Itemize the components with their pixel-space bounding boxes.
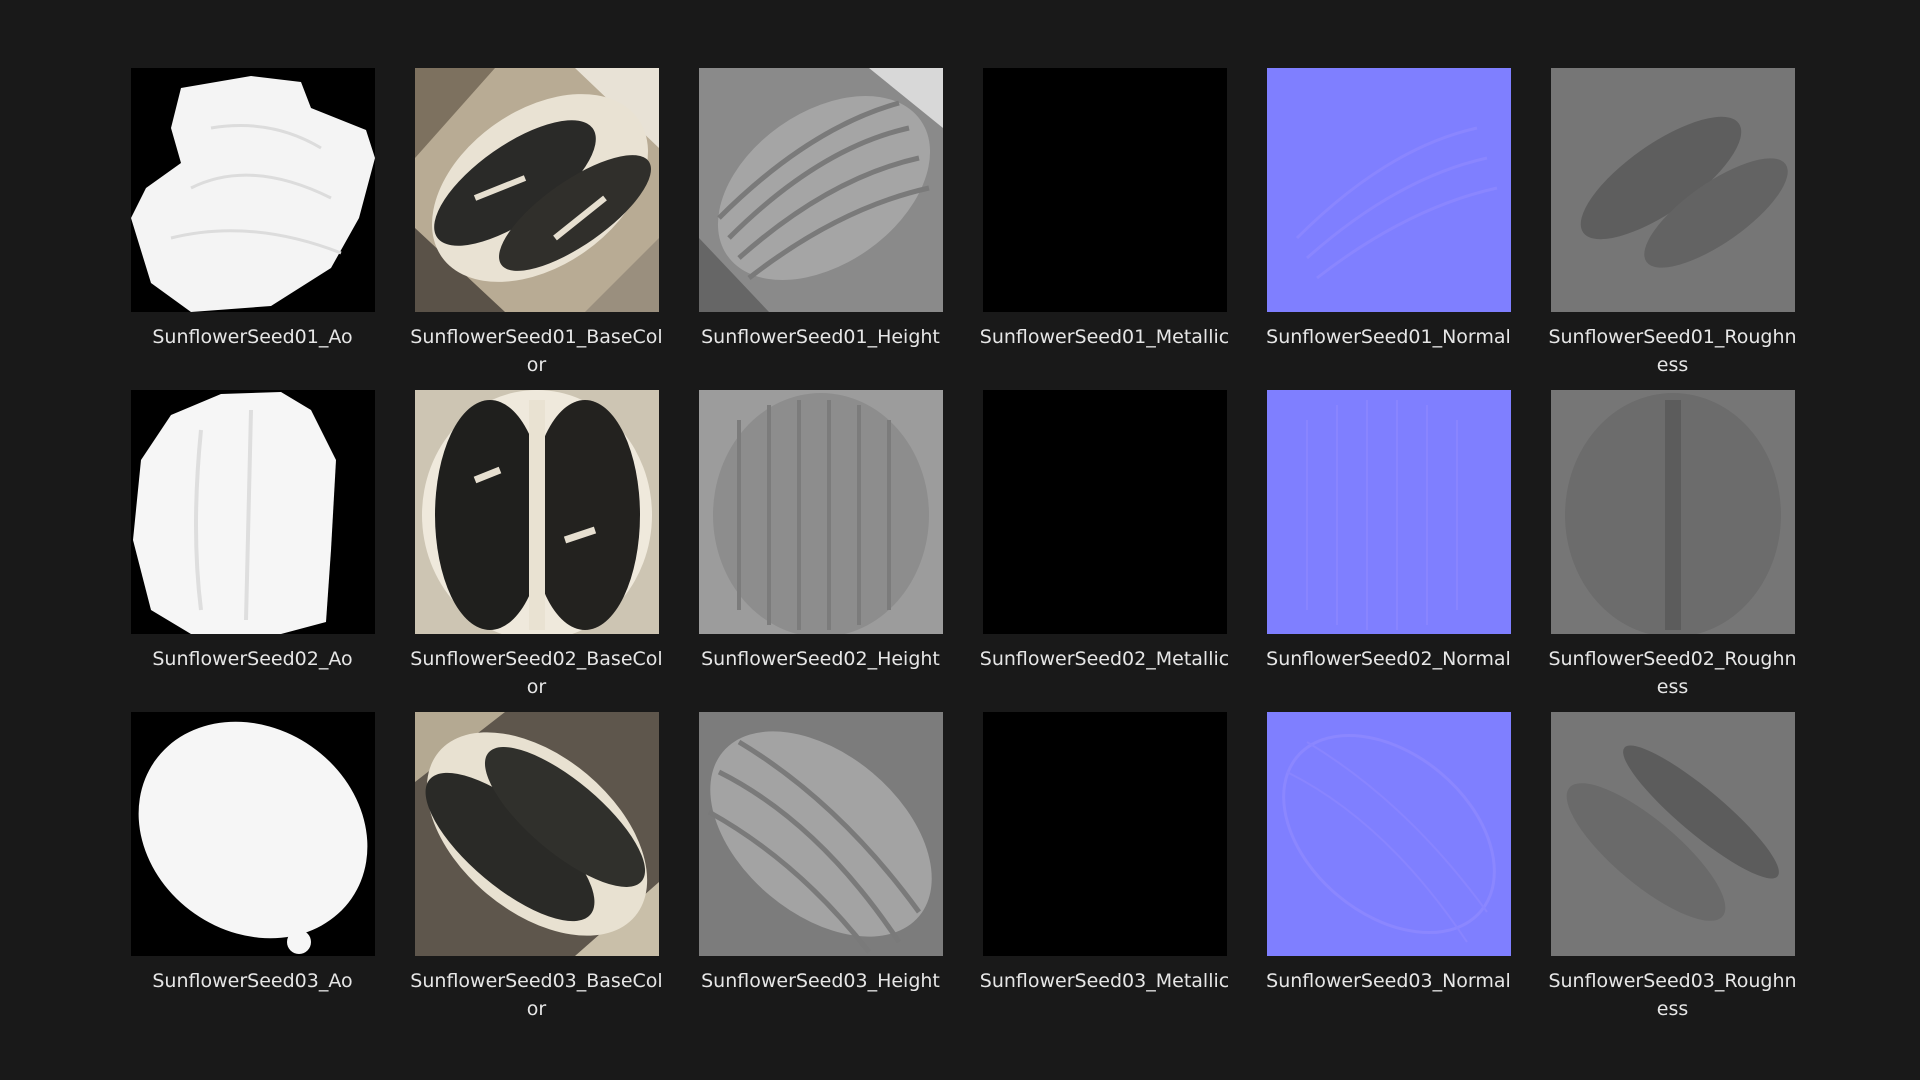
metallic-texture-thumbnail (982, 390, 1227, 634)
metallic-texture-thumbnail (982, 712, 1227, 956)
file-name-label: SunflowerSeed03_Ao (152, 970, 353, 992)
file-tile[interactable]: SunflowerSeed01_Ao (130, 68, 375, 390)
ao-texture-thumbnail (130, 68, 375, 312)
roughness-texture-thumbnail (1550, 712, 1795, 956)
ao-texture-thumbnail (130, 712, 375, 956)
normal-texture-thumbnail (1266, 68, 1511, 312)
metallic-texture-thumbnail (982, 68, 1227, 312)
height-texture-thumbnail (698, 390, 943, 634)
file-name-label: SunflowerSeed02_Roughness (1548, 648, 1797, 698)
file-tile[interactable]: SunflowerSeed01_Height (698, 68, 943, 390)
file-name-label: SunflowerSeed01_Metallic (979, 326, 1230, 348)
file-name-label: SunflowerSeed03_Metallic (979, 970, 1230, 992)
file-name-label: SunflowerSeed03_Roughness (1548, 970, 1797, 1020)
file-tile[interactable]: SunflowerSeed02_BaseColor (410, 390, 663, 712)
file-name-label: SunflowerSeed02_Normal (1266, 648, 1511, 670)
file-name-label: SunflowerSeed01_Height (701, 326, 940, 348)
file-tile[interactable]: SunflowerSeed02_Metallic (980, 390, 1229, 712)
ao-texture-thumbnail (130, 390, 375, 634)
basecolor-texture-thumbnail (414, 390, 659, 634)
file-tile[interactable]: SunflowerSeed02_Normal (1266, 390, 1511, 712)
file-tile[interactable]: SunflowerSeed02_Height (698, 390, 943, 712)
file-tile[interactable]: SunflowerSeed02_Roughness (1548, 390, 1797, 712)
roughness-texture-thumbnail (1550, 390, 1795, 634)
file-name-label: SunflowerSeed03_BaseColor (410, 970, 663, 1020)
normal-texture-thumbnail (1266, 390, 1511, 634)
file-tile[interactable]: SunflowerSeed03_Height (698, 712, 943, 1034)
basecolor-texture-thumbnail (414, 712, 659, 956)
file-tile[interactable]: SunflowerSeed03_Roughness (1548, 712, 1797, 1034)
file-tile[interactable]: SunflowerSeed02_Ao (130, 390, 375, 712)
file-tile[interactable]: SunflowerSeed03_Metallic (980, 712, 1229, 1034)
file-name-label: SunflowerSeed03_Normal (1266, 970, 1511, 992)
file-name-label: SunflowerSeed02_BaseColor (410, 648, 663, 698)
file-tile[interactable]: SunflowerSeed01_Normal (1266, 68, 1511, 390)
height-texture-thumbnail (698, 712, 943, 956)
file-name-label: SunflowerSeed02_Metallic (979, 648, 1230, 670)
file-name-label: SunflowerSeed01_Ao (152, 326, 353, 348)
normal-texture-thumbnail (1266, 712, 1511, 956)
roughness-texture-thumbnail (1550, 68, 1795, 312)
file-thumbnail-grid: SunflowerSeed01_Ao SunflowerSeed01_BaseC… (130, 68, 1797, 1034)
file-tile[interactable]: SunflowerSeed03_Normal (1266, 712, 1511, 1034)
file-tile[interactable]: SunflowerSeed01_Metallic (980, 68, 1229, 390)
file-tile[interactable]: SunflowerSeed01_BaseColor (410, 68, 663, 390)
file-name-label: SunflowerSeed01_Normal (1266, 326, 1511, 348)
file-name-label: SunflowerSeed02_Ao (152, 648, 353, 670)
file-tile[interactable]: SunflowerSeed03_Ao (130, 712, 375, 1034)
file-name-label: SunflowerSeed01_Roughness (1548, 326, 1797, 376)
file-name-label: SunflowerSeed01_BaseColor (410, 326, 663, 376)
file-name-label: SunflowerSeed02_Height (701, 648, 940, 670)
basecolor-texture-thumbnail (414, 68, 659, 312)
file-tile[interactable]: SunflowerSeed03_BaseColor (410, 712, 663, 1034)
file-name-label: SunflowerSeed03_Height (701, 970, 940, 992)
height-texture-thumbnail (698, 68, 943, 312)
file-tile[interactable]: SunflowerSeed01_Roughness (1548, 68, 1797, 390)
